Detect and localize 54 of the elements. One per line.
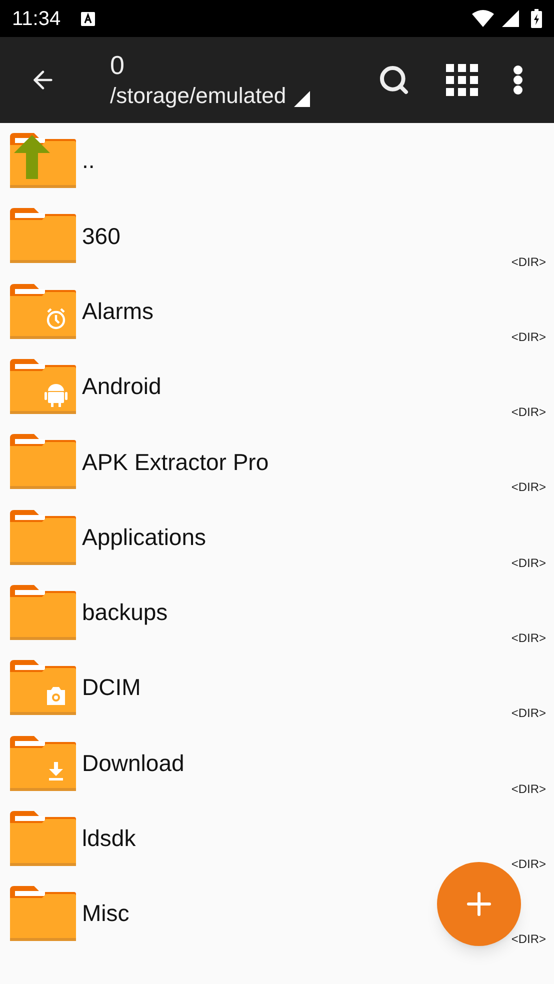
- file-row[interactable]: Download <DIR>: [0, 725, 554, 801]
- signal-icon: [502, 10, 519, 27]
- folder-icon: [10, 510, 76, 565]
- file-type: <DIR>: [511, 328, 546, 346]
- file-type: <DIR>: [511, 856, 546, 873]
- file-row[interactable]: ..: [0, 123, 554, 198]
- file-name: APK Extractor Pro: [82, 448, 269, 477]
- grid-icon: [446, 64, 478, 96]
- file-row[interactable]: Applications <DIR>: [0, 499, 554, 575]
- file-row[interactable]: Misc <DIR>: [0, 876, 554, 952]
- file-name: DCIM: [82, 673, 141, 702]
- dropdown-corner-icon: [294, 91, 310, 107]
- file-type: <DIR>: [511, 780, 546, 798]
- file-row[interactable]: 360 <DIR>: [0, 198, 554, 274]
- file-row[interactable]: ldsdk <DIR>: [0, 800, 554, 876]
- file-type: <DIR>: [511, 705, 546, 722]
- file-name: Alarms: [82, 296, 154, 326]
- file-row[interactable]: backups <DIR>: [0, 574, 554, 650]
- folder-icon: [10, 133, 76, 188]
- keyboard-notification-icon: [80, 12, 95, 26]
- file-type: <DIR>: [511, 254, 546, 271]
- folder-icon: [10, 284, 76, 339]
- more-options-icon: [513, 65, 523, 95]
- file-type: <DIR>: [511, 630, 546, 648]
- folder-icon: [10, 584, 76, 640]
- file-type: <DIR>: [511, 404, 546, 422]
- folder-icon: [10, 359, 76, 414]
- file-name: ..: [82, 146, 95, 176]
- file-name: ldsdk: [82, 824, 136, 854]
- search-icon: [378, 64, 410, 96]
- file-type: <DIR>: [511, 479, 546, 496]
- file-name: backups: [82, 598, 168, 628]
- toolbar-title: 0: [110, 49, 126, 81]
- file-name: Download: [82, 748, 184, 778]
- file-row[interactable]: Android <DIR>: [0, 348, 554, 424]
- file-row[interactable]: Alarms <DIR>: [0, 274, 554, 349]
- file-type: <DIR>: [511, 554, 546, 572]
- file-name: Applications: [82, 522, 206, 552]
- file-name: Android: [82, 372, 162, 402]
- folder-icon: [10, 886, 76, 942]
- path-dropdown[interactable]: /storage/emulated: [110, 81, 310, 111]
- folder-icon: [10, 208, 76, 264]
- file-name: 360: [82, 222, 120, 251]
- status-time: 11:34: [12, 6, 61, 32]
- wifi-icon: [472, 10, 494, 27]
- folder-icon: [10, 434, 76, 490]
- battery-icon: [531, 9, 542, 28]
- file-row[interactable]: APK Extractor Pro <DIR>: [0, 424, 554, 500]
- file-type: <DIR>: [511, 931, 546, 948]
- folder-icon: [10, 810, 76, 866]
- file-row[interactable]: DCIM <DIR>: [0, 650, 554, 726]
- file-name: Misc: [82, 899, 130, 928]
- folder-icon: [10, 660, 76, 716]
- folder-icon: [10, 736, 76, 791]
